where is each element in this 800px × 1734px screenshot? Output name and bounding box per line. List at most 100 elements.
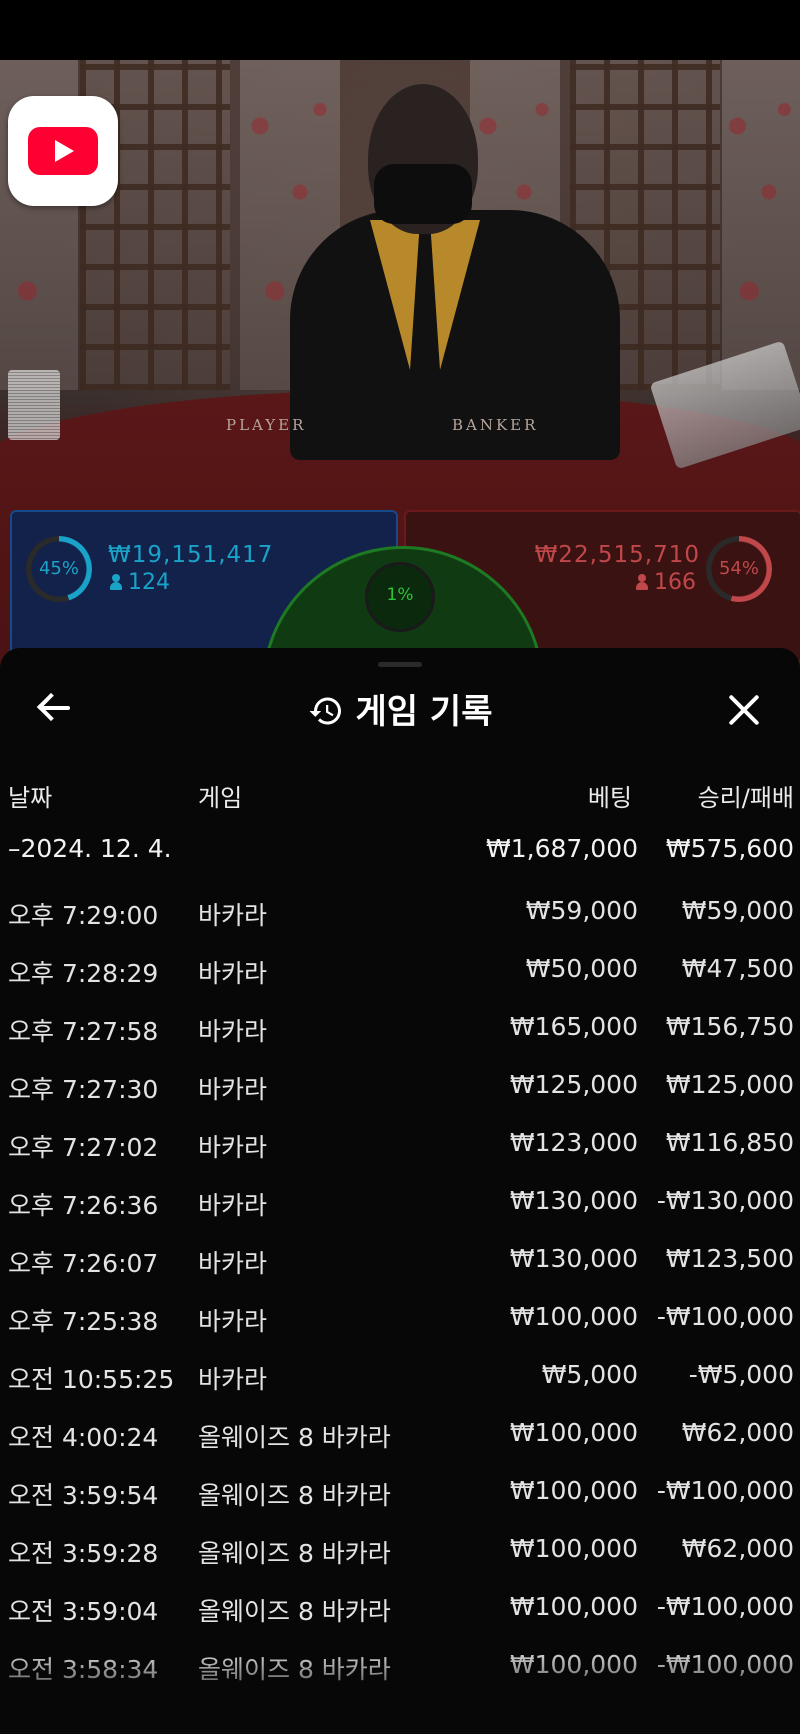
history-row-bet: ₩100,000 xyxy=(509,1534,638,1563)
history-icon xyxy=(309,697,341,725)
history-row[interactable]: 오전 10:55:25 바카라 ₩5,000 -₩5,000 xyxy=(0,1348,800,1406)
history-row-bet: ₩130,000 xyxy=(509,1244,638,1273)
blossom-painting xyxy=(722,60,800,390)
history-row-bet: ₩5,000 xyxy=(541,1360,638,1389)
history-row-time: 오후 7:29:00 xyxy=(8,901,159,930)
history-row-game: 올웨이즈 8 바카라 xyxy=(198,1655,391,1684)
player-count-value: 124 xyxy=(128,570,170,595)
history-row-time: 오전 3:58:34 xyxy=(8,1655,159,1684)
history-row-game: 바카라 xyxy=(198,959,268,988)
history-row-game: 올웨이즈 8 바카라 xyxy=(198,1597,391,1626)
table-label-banker: BANKER xyxy=(452,416,539,434)
history-row-game: 바카라 xyxy=(198,1307,268,1336)
history-row[interactable]: 오후 7:28:29 바카라 ₩50,000 ₩47,500 xyxy=(0,942,800,1000)
history-row[interactable]: 오후 7:27:30 바카라 ₩125,000 ₩125,000 xyxy=(0,1058,800,1116)
history-row-time: 오후 7:28:29 xyxy=(8,959,159,988)
history-row-winloss: ₩47,500 xyxy=(681,954,794,983)
history-row-time: 오후 7:26:07 xyxy=(8,1249,159,1278)
card-stack xyxy=(8,370,60,440)
history-row-winloss: ₩62,000 xyxy=(681,1534,794,1563)
history-row-winloss: ₩156,750 xyxy=(665,1012,794,1041)
history-row-bet: ₩165,000 xyxy=(509,1012,638,1041)
column-header-winloss: 승리/패배 xyxy=(697,784,794,812)
banker-count-value: 166 xyxy=(654,570,696,595)
history-row[interactable]: 오후 7:27:02 바카라 ₩123,000 ₩116,850 xyxy=(0,1116,800,1174)
history-row-winloss: -₩130,000 xyxy=(656,1186,794,1215)
history-row-bet: ₩100,000 xyxy=(509,1650,638,1679)
history-row-game: 올웨이즈 8 바카라 xyxy=(198,1423,391,1452)
page-title: 게임 기록 xyxy=(355,692,493,732)
history-row[interactable]: 오후 7:25:38 바카라 ₩100,000 -₩100,000 xyxy=(0,1290,800,1348)
column-header-game: 게임 xyxy=(198,784,243,812)
history-row-game: 올웨이즈 8 바카라 xyxy=(198,1539,391,1568)
sheet-header: 게임 기록 xyxy=(0,684,800,733)
history-row-time: 오전 4:00:24 xyxy=(8,1423,159,1452)
history-row-game: 바카라 xyxy=(198,1133,268,1162)
game-history-sheet: 게임 기록 날짜 게임 베팅 승리/패배 –2024. 12. 4. ₩1,68… xyxy=(0,648,800,1734)
banker-percent: 54% xyxy=(718,558,759,579)
history-row[interactable]: 오전 4:00:24 올웨이즈 8 바카라 ₩100,000 ₩62,000 xyxy=(0,1406,800,1464)
youtube-icon xyxy=(28,127,98,175)
history-row-bet: ₩100,000 xyxy=(509,1418,638,1447)
tie-percent: 1% xyxy=(386,585,414,605)
history-row[interactable]: 오후 7:26:36 바카라 ₩130,000 -₩130,000 xyxy=(0,1174,800,1232)
banker-count: 166 xyxy=(636,570,696,595)
history-row-time: 오후 7:27:30 xyxy=(8,1075,159,1104)
player-bet-amount: ₩19,151,417 xyxy=(108,542,274,568)
dealer-mask xyxy=(374,164,472,224)
history-row-bet: ₩100,000 xyxy=(509,1592,638,1621)
column-header-date: 날짜 xyxy=(8,784,53,812)
dealer-lapel xyxy=(430,220,480,370)
history-row-time: 오후 7:27:02 xyxy=(8,1133,159,1162)
history-row-time: 오전 3:59:54 xyxy=(8,1481,159,1510)
player-count: 124 xyxy=(110,570,170,595)
history-row-game: 바카라 xyxy=(198,1365,268,1394)
history-row-bet: ₩100,000 xyxy=(509,1476,638,1505)
history-row[interactable]: 오전 3:59:04 올웨이즈 8 바카라 ₩100,000 -₩100,000 xyxy=(0,1580,800,1638)
history-row[interactable]: 오후 7:29:00 바카라 ₩59,000 ₩59,000 xyxy=(0,884,800,942)
history-row[interactable]: 오전 3:59:54 올웨이즈 8 바카라 ₩100,000 -₩100,000 xyxy=(0,1464,800,1522)
history-row-game: 바카라 xyxy=(198,1075,268,1104)
history-row-time: 오후 7:25:38 xyxy=(8,1307,159,1336)
history-row[interactable]: 오전 3:59:28 올웨이즈 8 바카라 ₩100,000 ₩62,000 xyxy=(0,1522,800,1580)
history-row-bet: ₩130,000 xyxy=(509,1186,638,1215)
player-percent: 45% xyxy=(38,558,79,579)
history-row-game: 바카라 xyxy=(198,1249,268,1278)
history-row-bet: ₩50,000 xyxy=(525,954,638,983)
history-row[interactable]: 오후 7:27:58 바카라 ₩165,000 ₩156,750 xyxy=(0,1000,800,1058)
history-list: 오후 7:29:00 바카라 ₩59,000 ₩59,000 오후 7:28:29 바카라… xyxy=(0,884,800,1696)
history-row-game: 바카라 xyxy=(198,1017,268,1046)
history-row-winloss: ₩125,000 xyxy=(665,1070,794,1099)
history-row[interactable]: 오후 7:26:07 바카라 ₩130,000 ₩123,500 xyxy=(0,1232,800,1290)
youtube-app-icon[interactable] xyxy=(8,96,118,206)
history-row-time: 오전 3:59:04 xyxy=(8,1597,159,1626)
date-group-date: –2024. 12. 4. xyxy=(8,834,172,863)
column-header-bet: 베팅 xyxy=(587,784,632,812)
history-row-time: 오전 3:59:28 xyxy=(8,1539,159,1568)
history-row-winloss: ₩116,850 xyxy=(665,1128,794,1157)
history-row-winloss: ₩123,500 xyxy=(665,1244,794,1273)
date-group-row[interactable]: –2024. 12. 4. ₩1,687,000 ₩575,600 xyxy=(0,826,800,876)
dealer-lapel xyxy=(370,220,420,370)
history-row-winloss: -₩100,000 xyxy=(656,1592,794,1621)
history-row-time: 오후 7:27:58 xyxy=(8,1017,159,1046)
history-row-bet: ₩59,000 xyxy=(525,896,638,925)
history-row-winloss: -₩5,000 xyxy=(688,1360,794,1389)
history-row-winloss: ₩62,000 xyxy=(681,1418,794,1447)
history-row[interactable]: 오전 3:58:34 올웨이즈 8 바카라 ₩100,000 -₩100,000 xyxy=(0,1638,800,1696)
close-icon[interactable] xyxy=(722,688,766,732)
history-row-game: 바카라 xyxy=(198,901,268,930)
history-row-game: 바카라 xyxy=(198,1191,268,1220)
history-row-time: 오후 7:26:36 xyxy=(8,1191,159,1220)
history-row-bet: ₩125,000 xyxy=(509,1070,638,1099)
banker-bet-amount: ₩22,515,710 xyxy=(534,542,700,568)
history-row-winloss: -₩100,000 xyxy=(656,1650,794,1679)
history-row-time: 오전 10:55:25 xyxy=(8,1365,175,1394)
date-group-bet-total: ₩1,687,000 xyxy=(486,834,638,863)
person-icon xyxy=(110,574,122,590)
table-label-player: PLAYER xyxy=(226,416,307,434)
history-row-bet: ₩100,000 xyxy=(509,1302,638,1331)
sheet-drag-handle[interactable] xyxy=(378,662,422,667)
history-row-winloss: -₩100,000 xyxy=(656,1476,794,1505)
history-row-game: 올웨이즈 8 바카라 xyxy=(198,1481,391,1510)
